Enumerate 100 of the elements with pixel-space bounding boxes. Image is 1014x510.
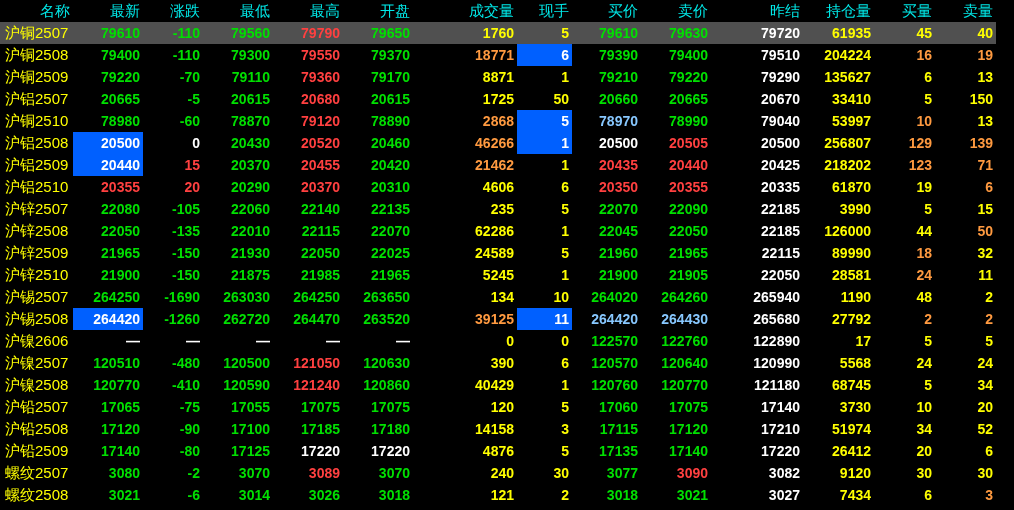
table-row[interactable]: 沪铅2507 17065 -75 17055 17075 17075 120 5 17060 17075 17140 3730 10 20 [0, 396, 996, 418]
column-header[interactable]: 卖价 [641, 0, 711, 22]
contract-name: 沪铜2509 [4, 67, 70, 87]
table-row[interactable]: 沪锌2507 22080 -105 22060 22140 22135 235 5 22070 22090 22185 3990 5 15 [0, 198, 996, 220]
cell-value: 17100 [231, 421, 270, 437]
cell-value: 1 [561, 69, 569, 85]
cell-value: -480 [171, 355, 200, 371]
cell-value: 139 [969, 135, 993, 151]
table-row[interactable]: 沪锡2508 264420 -1260 262720 264470 263520 39125 11 264420 264430 265680 27792 2 2 [0, 308, 996, 330]
cell-value: 52 [977, 421, 993, 437]
cell-value: 79220 [669, 69, 708, 85]
cell-value: 3018 [606, 487, 638, 503]
column-header[interactable]: 成交量 [413, 0, 517, 22]
cell-value: 19 [916, 179, 932, 195]
cell-value: 20425 [761, 157, 800, 173]
cell-value: 51974 [832, 421, 871, 437]
cell-value: 17180 [371, 421, 410, 437]
cell-value: 264020 [591, 289, 638, 305]
cell-value: 21905 [669, 267, 708, 283]
column-header[interactable]: 最低 [203, 0, 273, 22]
column-header[interactable]: 买量 [874, 0, 935, 22]
cell-value: 3082 [768, 465, 800, 481]
cell-value: 6 [985, 443, 993, 459]
cell-value: 20665 [101, 91, 140, 107]
column-header[interactable]: 持仓量 [803, 0, 874, 22]
table-row[interactable]: 沪铝2508 20500 0 20430 20520 20460 46266 1 20500 20505 20500 256807 129 139 [0, 132, 996, 154]
cell-value: 6 [561, 355, 569, 371]
cell-value: 120500 [223, 355, 270, 371]
cell-value: 240 [490, 465, 514, 481]
cell-value: 3090 [676, 465, 708, 481]
cell-value: 21900 [599, 267, 638, 283]
cell-value: 3018 [378, 487, 410, 503]
contract-name: 沪铜2508 [0, 44, 73, 66]
contract-name: 沪铅2507 [4, 397, 70, 417]
cell-value: -105 [171, 201, 200, 217]
cell-value: 79290 [761, 69, 800, 85]
cell-value: 22185 [761, 223, 800, 239]
column-header[interactable]: 买价 [572, 0, 641, 22]
cell-value: 17220 [761, 443, 800, 459]
cell-value: 5 [561, 25, 569, 41]
column-header[interactable]: 涨跌 [143, 0, 203, 22]
cell-value: 3027 [768, 487, 800, 503]
cell-value: 22050 [669, 223, 708, 239]
cell-value: 89990 [832, 245, 871, 261]
column-header[interactable]: 最高 [273, 0, 343, 22]
cell-value: 1760 [482, 25, 514, 41]
cell-value: 120 [490, 399, 514, 415]
cell-value: 3080 [108, 465, 140, 481]
cell-value: 21965 [371, 267, 410, 283]
cell-value: -90 [179, 421, 200, 437]
table-row[interactable]: 沪铜2510 78980 -60 78870 79120 78890 2868 5 78970 78990 79040 53997 10 13 [0, 110, 996, 132]
column-header[interactable]: 开盘 [343, 0, 413, 22]
table-row[interactable]: 沪锌2508 22050 -135 22010 22115 22070 62286 1 22045 22050 22185 126000 44 50 [0, 220, 996, 242]
cell-value: 22050 [101, 223, 140, 239]
table-row[interactable]: 沪铜2509 79220 -70 79110 79360 79170 8871 1 79210 79220 79290 135627 6 13 [0, 66, 996, 88]
table-row[interactable]: 沪铝2509 20440 15 20370 20455 20420 21462 1 20435 20440 20425 218202 123 71 [0, 154, 996, 176]
cell-value: 15 [184, 157, 200, 173]
table-row[interactable]: 沪锌2509 21965 -150 21930 22050 22025 24589 5 21960 21965 22115 89990 18 32 [0, 242, 996, 264]
table-row[interactable]: 沪铅2509 17140 -80 17125 17220 17220 4876 5 17135 17140 17220 26412 20 6 [0, 440, 996, 462]
cell-value: 20420 [371, 157, 410, 173]
cell-value: 122890 [753, 333, 800, 349]
cell-value: 20670 [761, 91, 800, 107]
table-row[interactable]: 沪铜2508 79400 -110 79300 79550 79370 18771 6 79390 79400 79510 204224 16 19 [0, 44, 996, 66]
table-row[interactable]: 沪铝2510 20355 20 20290 20370 20310 4606 6 20350 20355 20335 61870 19 6 [0, 176, 996, 198]
cell-value: 17055 [231, 399, 270, 415]
cell-value: 256807 [824, 135, 871, 151]
column-header[interactable]: 卖量 [935, 0, 996, 22]
table-row[interactable]: 螺纹2507 3080 -2 3070 3089 3070 240 30 3077 3090 3082 9120 30 30 [0, 462, 996, 484]
table-row[interactable]: 沪铝2507 20665 -5 20615 20680 20615 1725 50 20660 20665 20670 33410 5 150 [0, 88, 996, 110]
table-row[interactable]: 沪锡2507 264250 -1690 263030 264250 263650 134 10 264020 264260 265940 1190 48 2 [0, 286, 996, 308]
cell-value: 79120 [301, 113, 340, 129]
cell-value: 120770 [93, 377, 140, 393]
table-row[interactable]: 沪镍2507 120510 -480 120500 121050 120630 390 6 120570 120640 120990 5568 24 24 [0, 352, 996, 374]
cell-value: 22010 [231, 223, 270, 239]
contract-name: 沪锌2509 [4, 243, 70, 263]
cell-value: 3021 [676, 487, 708, 503]
cell-value: 79510 [761, 47, 800, 63]
table-row[interactable]: 螺纹2508 3021 -6 3014 3026 3018 121 2 3018 3021 3027 7434 6 3 [0, 484, 996, 506]
table-row[interactable]: 沪铅2508 17120 -90 17100 17185 17180 14158 3 17115 17120 17210 51974 34 52 [0, 418, 996, 440]
cell-value: 17120 [669, 421, 708, 437]
cell-value: -150 [171, 267, 200, 283]
cell-value: 48 [916, 289, 932, 305]
cell-value: 30 [977, 465, 993, 481]
cell-value: 3 [985, 487, 993, 503]
table-row[interactable]: 沪镍2606 — — — — — 0 0 122570 122760 122890 17 5 5 [0, 330, 996, 352]
column-header[interactable]: 最新 [73, 0, 143, 22]
cell-value: 218202 [824, 157, 871, 173]
column-header[interactable]: 名称 [0, 0, 73, 22]
column-header[interactable]: 现手 [517, 0, 572, 22]
column-header[interactable]: 昨结 [711, 0, 803, 22]
cell-value: -135 [171, 223, 200, 239]
cell-value: 17210 [761, 421, 800, 437]
cell-value: 263520 [363, 311, 410, 327]
cell-value: 21462 [475, 157, 514, 173]
cell-value: 3077 [606, 465, 638, 481]
cell-value: 20350 [599, 179, 638, 195]
cell-value: -2 [187, 465, 200, 481]
table-row[interactable]: 沪锌2510 21900 -150 21875 21985 21965 5245 1 21900 21905 22050 28581 24 11 [0, 264, 996, 286]
cell-value: 62286 [475, 223, 514, 239]
table-row[interactable]: 沪镍2508 120770 -410 120590 121240 120860 40429 1 120760 120770 121180 68745 5 34 [0, 374, 996, 396]
